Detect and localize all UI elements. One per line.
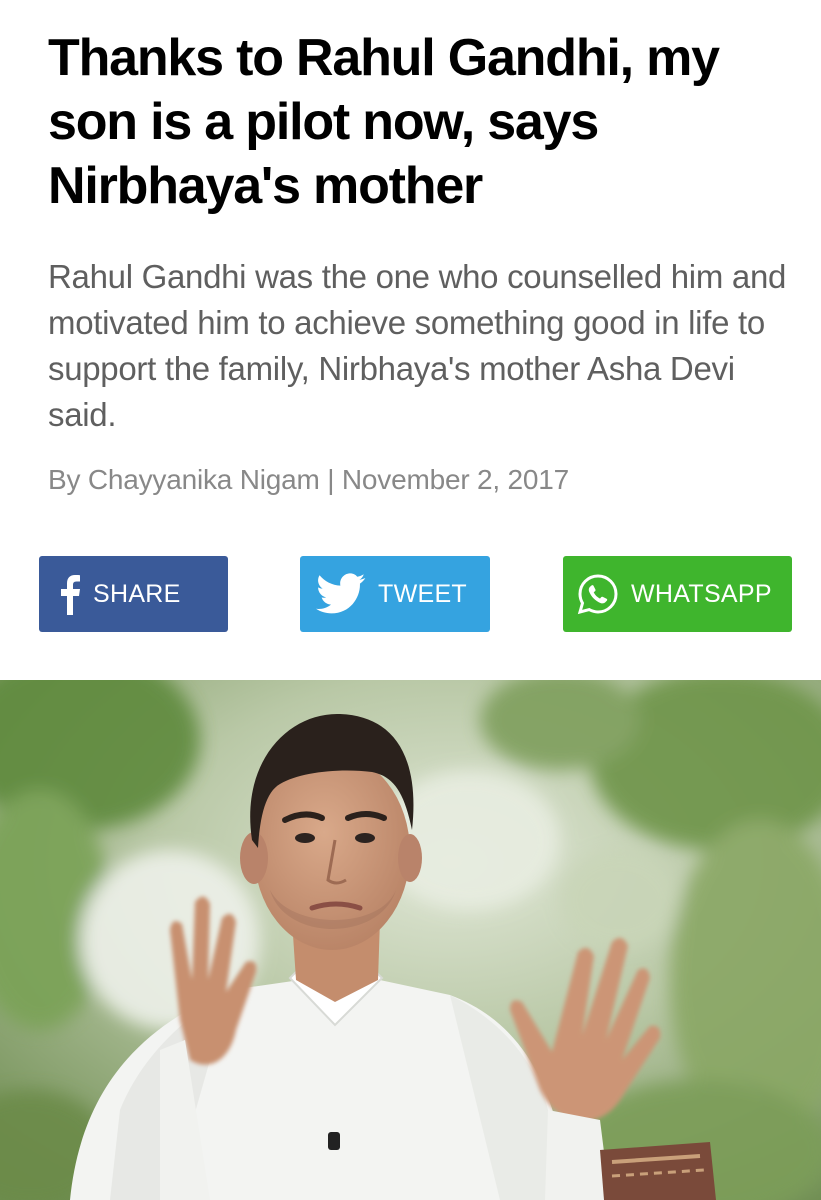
twitter-bird-icon [316,573,366,615]
facebook-icon [59,573,81,615]
whatsapp-share-button[interactable]: WHATSAPP [563,556,792,632]
whatsapp-share-label: WHATSAPP [631,579,772,608]
whatsapp-icon [577,573,619,615]
article-summary: Rahul Gandhi was the one who counselled … [48,258,787,433]
headline: Thanks to Rahul Gandhi, my son is a pilo… [48,29,720,215]
facebook-share-button[interactable]: SHARE [39,556,228,632]
article: Thanks to Rahul Gandhi, my son is a pilo… [0,0,821,1200]
byline: By Chayyanika Nigam | November 2, 2017 [48,464,570,495]
share-buttons: SHARE TWEET WHATSAPP [0,556,821,632]
article-photo [0,680,821,1200]
facebook-share-label: SHARE [93,579,181,608]
twitter-tweet-label: TWEET [378,579,467,608]
twitter-tweet-button[interactable]: TWEET [300,556,490,632]
